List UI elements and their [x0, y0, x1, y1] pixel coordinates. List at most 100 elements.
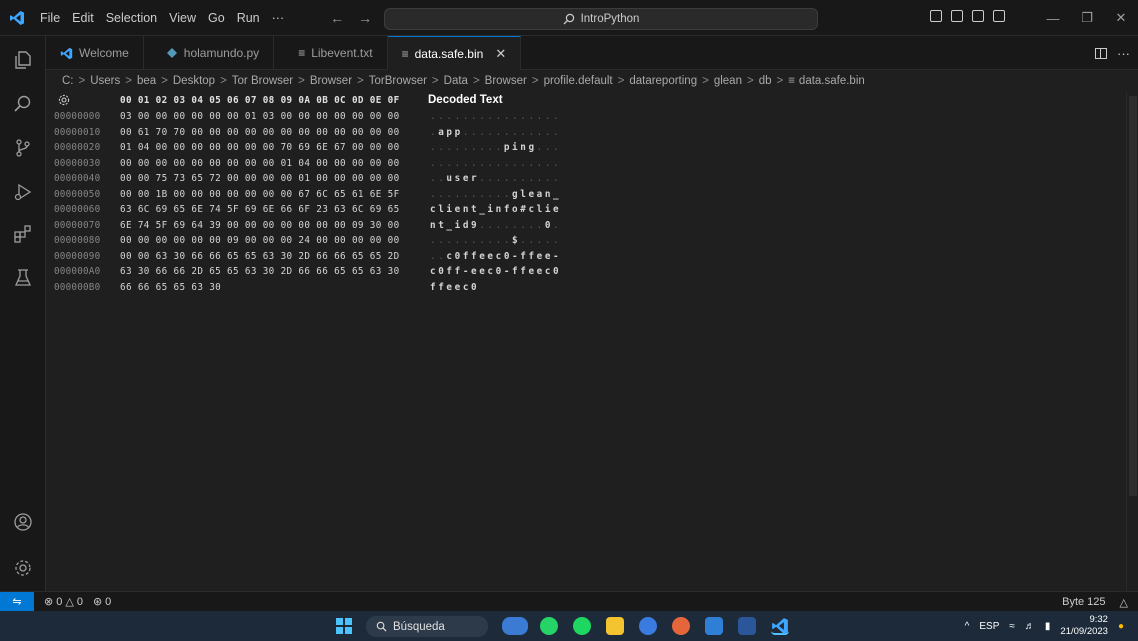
hex-bytes[interactable]: 00 00 00 00 00 00 09 00 00 00 24 00 00 0… — [120, 235, 400, 246]
hex-bytes[interactable]: 63 6C 69 65 6E 74 5F 69 6E 66 6F 23 63 6… — [120, 204, 400, 215]
hex-bytes[interactable]: 00 00 1B 00 00 00 00 00 00 00 67 6C 65 6… — [120, 189, 400, 200]
back-arrow-icon[interactable]: ← — [330, 10, 344, 26]
problems-status[interactable]: ⊗ 0 △ 0 — [44, 595, 83, 609]
notifications-bell-icon[interactable]: △ — [1120, 596, 1128, 609]
taskbar-search[interactable]: Búsqueda — [366, 616, 488, 637]
extensions-icon[interactable] — [11, 222, 35, 246]
menu-edit[interactable]: Edit — [66, 0, 100, 36]
hex-row[interactable]: 000000B0 66 66 65 65 63 30 ffeec0 — [46, 280, 1126, 295]
crumb[interactable]: datareporting — [629, 75, 697, 87]
hex-row[interactable]: 00000040 00 00 75 73 65 72 00 00 00 00 01… — [46, 171, 1126, 186]
hex-row[interactable]: 00000080 00 00 00 00 00 00 09 00 00 00 24… — [46, 233, 1126, 248]
file-explorer-icon[interactable] — [606, 617, 624, 635]
tray-chevron-up-icon[interactable]: ^ — [965, 621, 970, 632]
toggle-primary-sidebar-icon[interactable] — [930, 10, 942, 22]
crumb-file[interactable]: data.safe.bin — [799, 75, 865, 87]
hex-row[interactable]: 00000030 00 00 00 00 00 00 00 00 00 01 04… — [46, 156, 1126, 171]
skype-icon[interactable] — [639, 617, 657, 635]
menu-view[interactable]: View — [163, 0, 202, 36]
decoded-text[interactable]: ..........$..... — [430, 235, 561, 246]
byte-offset[interactable]: Byte 125 — [1062, 596, 1105, 608]
menu-file[interactable]: File — [34, 0, 66, 36]
ports-status[interactable]: ⊛ 0 — [93, 595, 111, 609]
battery-icon[interactable]: ▮ — [1045, 621, 1051, 632]
decoded-text[interactable]: nt_id9........0. — [430, 220, 561, 231]
run-debug-icon[interactable] — [11, 180, 35, 204]
crumb[interactable]: bea — [137, 75, 156, 87]
search-sidebar-icon[interactable] — [11, 92, 35, 116]
more-actions-icon[interactable]: ··· — [1117, 46, 1130, 61]
whatsapp-icon[interactable] — [540, 617, 558, 635]
clock[interactable]: 9:32 21/09/2023 — [1060, 614, 1108, 638]
crumb[interactable]: profile.default — [544, 75, 613, 87]
decoded-text[interactable]: ..c0ffeec0-ffee- — [430, 251, 561, 262]
word-icon[interactable] — [738, 617, 756, 635]
volume-icon[interactable]: ♬ — [1025, 621, 1035, 632]
hex-row[interactable]: 00000010 00 61 70 70 00 00 00 00 00 00 00… — [46, 125, 1126, 140]
notification-bell-icon[interactable]: ● — [1118, 621, 1124, 632]
tab-libevent[interactable]: ≡ Libevent.txt — [274, 36, 388, 70]
widgets-app-icon[interactable] — [502, 617, 528, 635]
hex-bytes[interactable]: 6E 74 5F 69 64 39 00 00 00 00 00 00 00 0… — [120, 220, 400, 231]
spotify-icon[interactable] — [573, 617, 591, 635]
crumb[interactable]: Browser — [485, 75, 527, 87]
decoded-text[interactable]: c0ff-eec0-ffeec0 — [430, 266, 561, 277]
decoded-text[interactable]: ..user.......... — [430, 173, 561, 184]
menu-run[interactable]: Run — [231, 0, 266, 36]
hex-row[interactable]: 00000020 01 04 00 00 00 00 00 00 00 70 69… — [46, 140, 1126, 155]
tab-welcome[interactable]: Welcome — [46, 36, 144, 70]
hex-row[interactable]: 00000090 00 00 63 30 66 66 65 65 63 30 2D… — [46, 249, 1126, 264]
hex-row[interactable]: 000000A0 63 30 66 66 2D 65 65 63 30 2D 66… — [46, 264, 1126, 279]
hex-bytes[interactable]: 00 61 70 70 00 00 00 00 00 00 00 00 00 0… — [120, 127, 400, 138]
hex-bytes[interactable]: 63 30 66 66 2D 65 65 63 30 2D 66 66 65 6… — [120, 266, 400, 277]
tab-holamundo[interactable]: holamundo.py — [144, 36, 275, 70]
crumb[interactable]: glean — [714, 75, 742, 87]
mail-icon[interactable] — [705, 617, 723, 635]
decoded-text[interactable]: ..........glean_ — [430, 189, 561, 200]
decoded-text[interactable]: client_info#clie — [430, 204, 561, 215]
menu-more[interactable]: ··· — [266, 0, 291, 36]
hex-settings-gear-icon[interactable] — [58, 94, 70, 109]
crumb[interactable]: Browser — [310, 75, 352, 87]
crumb[interactable]: TorBrowser — [369, 75, 427, 87]
hex-bytes[interactable]: 00 00 75 73 65 72 00 00 00 00 01 00 00 0… — [120, 173, 400, 184]
source-control-icon[interactable] — [11, 136, 35, 160]
hex-row[interactable]: 00000070 6E 74 5F 69 64 39 00 00 00 00 00… — [46, 218, 1126, 233]
remote-indicator-icon[interactable]: ⇋ — [0, 591, 34, 612]
split-editor-icon[interactable] — [1095, 47, 1107, 59]
hex-row[interactable]: 00000000 03 00 00 00 00 00 00 01 03 00 00… — [46, 109, 1126, 124]
forward-arrow-icon[interactable]: → — [358, 10, 372, 26]
customize-layout-icon[interactable] — [993, 10, 1005, 22]
menu-go[interactable]: Go — [202, 0, 231, 36]
chrome-icon[interactable] — [672, 617, 690, 635]
hex-row[interactable]: 00000060 63 6C 69 65 6E 74 5F 69 6E 66 6F… — [46, 202, 1126, 217]
decoded-text[interactable]: ................ — [430, 158, 561, 169]
testing-flask-icon[interactable] — [11, 266, 35, 290]
crumb[interactable]: Desktop — [173, 75, 215, 87]
hex-row[interactable]: 00000050 00 00 1B 00 00 00 00 00 00 00 67… — [46, 187, 1126, 202]
crumb[interactable]: Data — [444, 75, 468, 87]
manage-gear-icon[interactable] — [11, 556, 35, 580]
decoded-text[interactable]: ................ — [430, 111, 561, 122]
command-center-search[interactable]: IntroPython — [384, 8, 818, 30]
crumb[interactable]: db — [759, 75, 772, 87]
hex-bytes[interactable]: 01 04 00 00 00 00 00 00 00 70 69 6E 67 0… — [120, 142, 400, 153]
account-icon[interactable] — [11, 510, 35, 534]
vscode-taskbar-icon[interactable] — [771, 617, 789, 635]
hex-editor[interactable]: 00 01 02 03 04 05 06 07 08 09 0A 0B 0C 0… — [46, 92, 1126, 591]
hex-bytes[interactable]: 66 66 65 65 63 30 — [120, 282, 221, 293]
crumb[interactable]: Users — [90, 75, 120, 87]
language-indicator[interactable]: ESP — [979, 621, 999, 632]
close-window-icon[interactable]: ✕ — [1104, 0, 1138, 36]
crumb[interactable]: Tor Browser — [232, 75, 293, 87]
hex-bytes[interactable]: 03 00 00 00 00 00 00 01 03 00 00 00 00 0… — [120, 111, 400, 122]
scrollbar-thumb[interactable] — [1129, 96, 1137, 496]
hex-bytes[interactable]: 00 00 00 00 00 00 00 00 00 01 04 00 00 0… — [120, 158, 400, 169]
decoded-text[interactable]: .app............ — [430, 127, 561, 138]
minimize-icon[interactable]: — — [1036, 0, 1070, 36]
wifi-icon[interactable]: ≈ — [1009, 621, 1015, 632]
restore-icon[interactable]: ❐ — [1070, 0, 1104, 36]
decoded-text[interactable]: .........ping... — [430, 142, 561, 153]
explorer-icon[interactable] — [11, 48, 35, 72]
decoded-text[interactable]: ffeec0 — [430, 282, 479, 293]
